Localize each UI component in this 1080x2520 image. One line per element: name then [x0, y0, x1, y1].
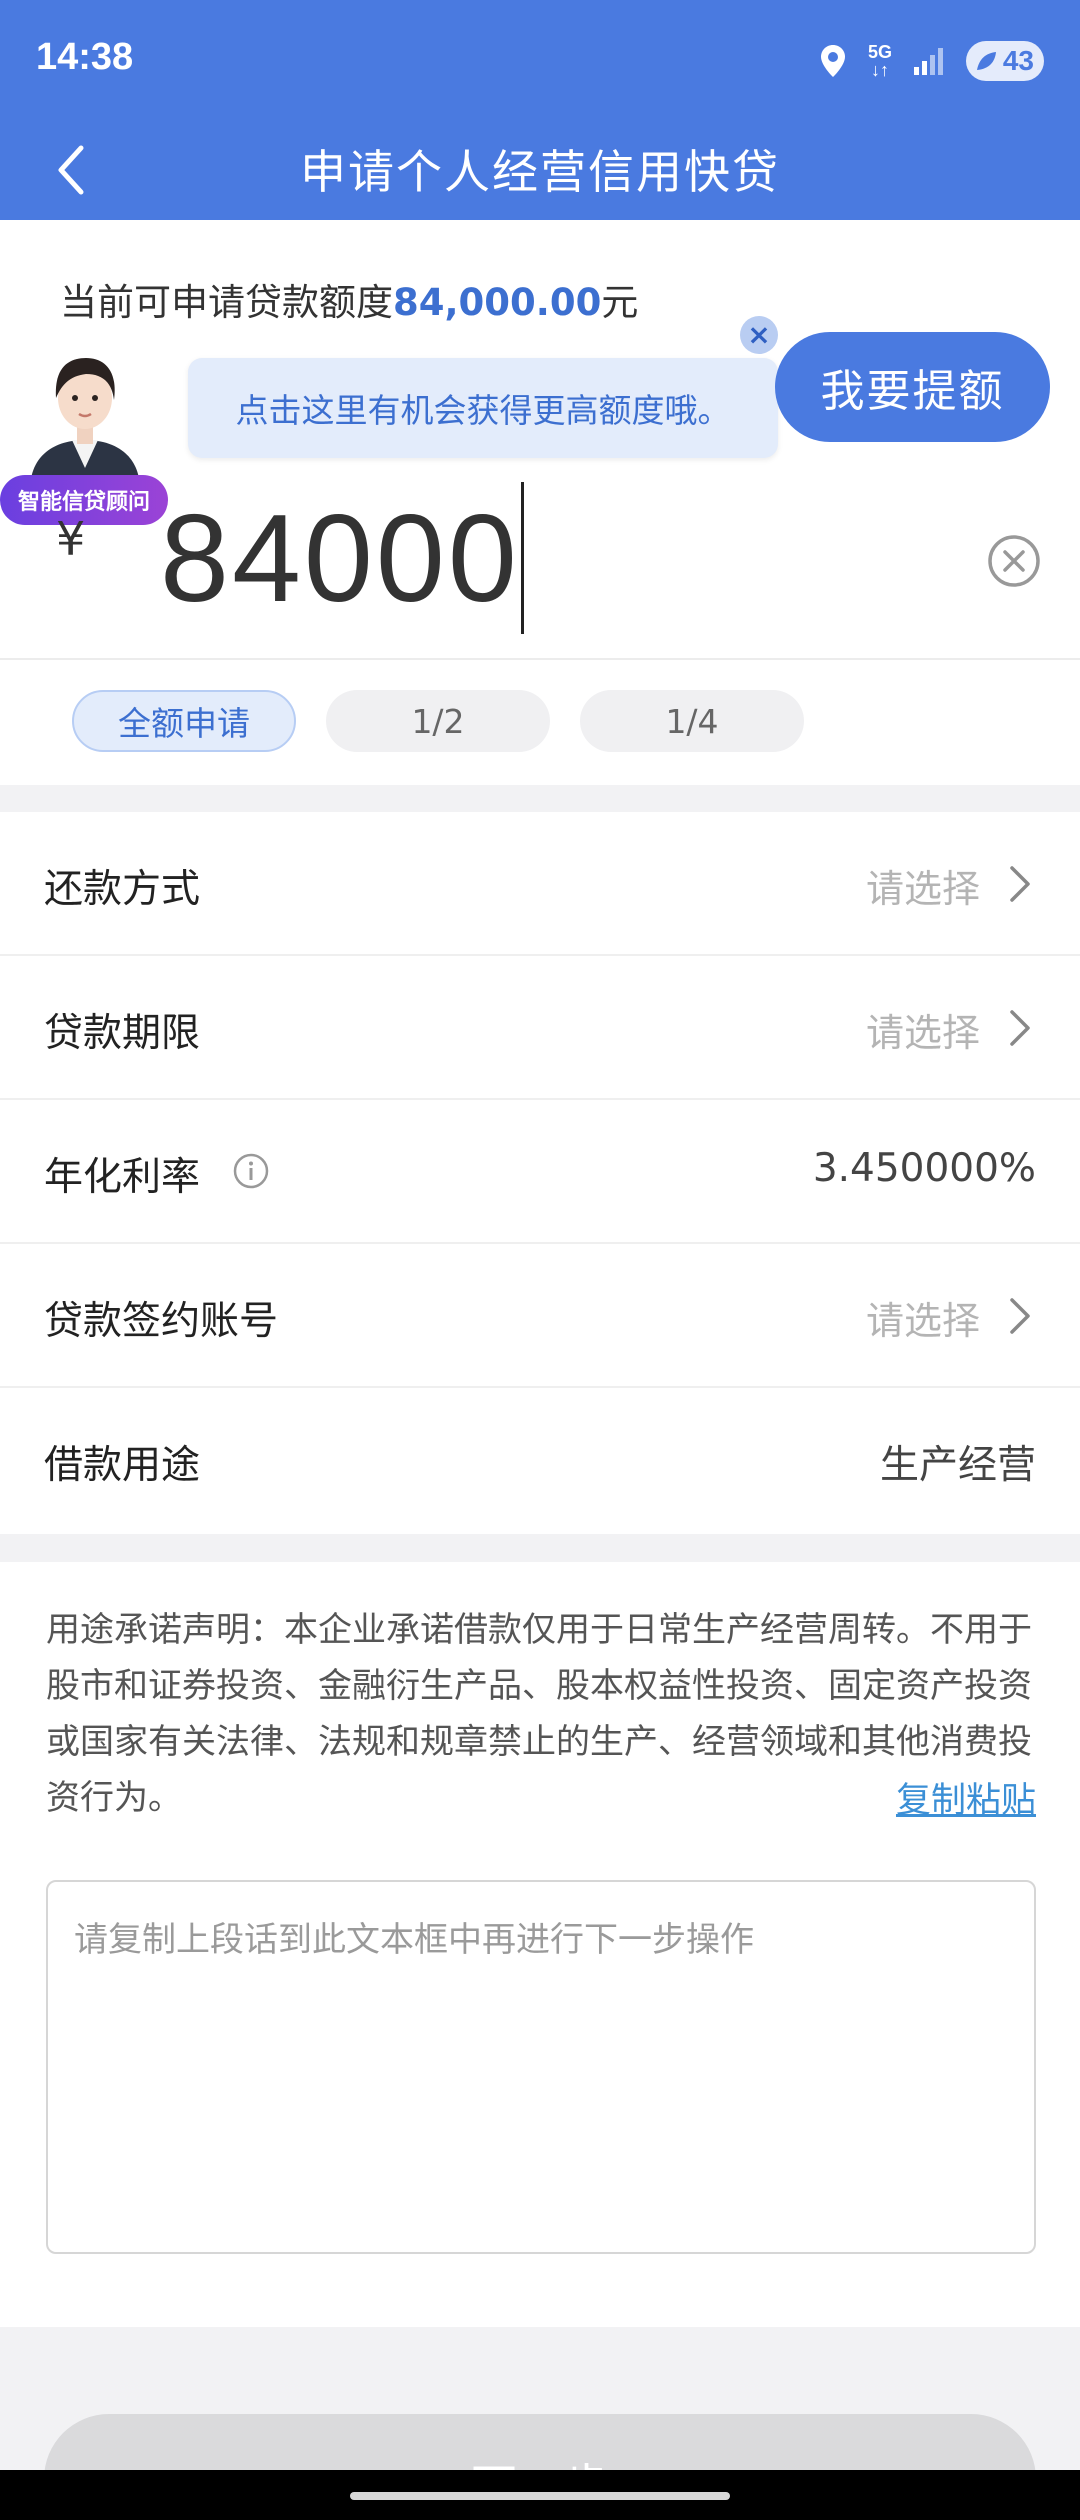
- clear-amount-button[interactable]: [985, 532, 1043, 590]
- annual-rate-value: 3.450000%: [812, 1146, 1036, 1191]
- chevron-right-icon: [1010, 1010, 1030, 1046]
- chevron-right-icon: [1010, 866, 1030, 902]
- copy-paste-link[interactable]: 复制粘贴: [896, 1772, 1036, 1823]
- chevron-right-icon: [1010, 1298, 1030, 1334]
- raise-limit-button[interactable]: 我要提额: [775, 332, 1050, 442]
- clear-circle-icon: [988, 535, 1040, 587]
- chip-quarter-amount[interactable]: 1/4: [580, 690, 804, 752]
- repayment-method-row[interactable]: 还款方式 请选择: [0, 812, 1080, 956]
- network-label: 5G: [867, 42, 892, 62]
- loan-term-row[interactable]: 贷款期限 请选择: [0, 956, 1080, 1100]
- annual-rate-row: 年化利率 3.450000%: [0, 1100, 1080, 1244]
- repayment-method-label: 还款方式: [44, 867, 201, 912]
- signing-account-select[interactable]: 请选择: [866, 1290, 980, 1345]
- currency-symbol: ¥: [56, 512, 86, 566]
- text-caret: [521, 482, 524, 634]
- tip-close-button[interactable]: ×: [740, 316, 778, 354]
- repayment-method-select[interactable]: 请选择: [866, 858, 980, 913]
- quota-prefix: 当前可申请贷款额度: [60, 281, 393, 324]
- annual-rate-label: 年化利率: [44, 1155, 201, 1200]
- raise-limit-tip[interactable]: 点击这里有机会获得更高额度哦。: [188, 358, 778, 458]
- loan-amount-input[interactable]: 84000: [160, 488, 520, 630]
- chip-full-amount[interactable]: 全额申请: [72, 690, 296, 752]
- battery-icon: 43: [966, 41, 1044, 81]
- quick-amount-chips: 全额申请 1/2 1/4: [72, 690, 804, 752]
- loan-form: 还款方式 请选择 贷款期限 请选择 年化利率 3.450000% 贷款签约账号 …: [0, 812, 1080, 1534]
- status-icons: 5G ↓↑ 43: [820, 36, 1044, 86]
- quota-suffix: 元: [601, 281, 639, 324]
- advisor-avatar-image: [30, 358, 140, 490]
- network-type: 5G ↓↑: [868, 43, 892, 79]
- signal-icon: [914, 47, 944, 75]
- quota-amount: 84,000.00: [393, 281, 602, 324]
- signing-account-label: 贷款签约账号: [44, 1299, 279, 1344]
- available-quota: 当前可申请贷款额度84,000.00元: [60, 272, 638, 326]
- loan-term-label: 贷款期限: [44, 1011, 201, 1056]
- statement-textarea[interactable]: 请复制上段话到此文本框中再进行下一步操作: [46, 1880, 1036, 2254]
- network-arrows: ↓↑: [870, 60, 889, 80]
- signing-account-row[interactable]: 贷款签约账号 请选择: [0, 1244, 1080, 1388]
- battery-level: 43: [1002, 45, 1034, 76]
- chip-half-amount[interactable]: 1/2: [326, 690, 550, 752]
- status-bar: 14:38 5G ↓↑ 43: [0, 0, 1080, 120]
- amount-card: 当前可申请贷款额度84,000.00元 智能信贷顾问 点击这里有机会获得更高额度…: [0, 220, 1080, 785]
- loan-purpose-row: 借款用途 生产经营: [0, 1388, 1080, 1532]
- home-indicator[interactable]: [350, 2492, 730, 2500]
- location-icon: [820, 44, 846, 78]
- nav-bar-top: 申请个人经营信用快贷: [0, 120, 1080, 220]
- loan-purpose-label: 借款用途: [44, 1443, 201, 1488]
- textarea-placeholder: 请复制上段话到此文本框中再进行下一步操作: [74, 1920, 754, 1960]
- loan-term-select[interactable]: 请选择: [866, 1002, 980, 1057]
- divider: [0, 658, 1080, 660]
- purpose-statement-text: 用途承诺声明：本企业承诺借款仅用于日常生产经营周转。不用于股市和证券投资、金融衍…: [46, 1610, 1032, 1818]
- purpose-statement-card: 用途承诺声明：本企业承诺借款仅用于日常生产经营周转。不用于股市和证券投资、金融衍…: [0, 1562, 1080, 2327]
- info-icon[interactable]: [232, 1152, 270, 1190]
- app-header: 14:38 5G ↓↑ 43 申请个人经营信用快贷: [0, 0, 1080, 220]
- loan-purpose-value: 生产经营: [879, 1443, 1036, 1488]
- page-title: 申请个人经营信用快贷: [300, 145, 780, 199]
- status-time: 14:38: [36, 36, 134, 78]
